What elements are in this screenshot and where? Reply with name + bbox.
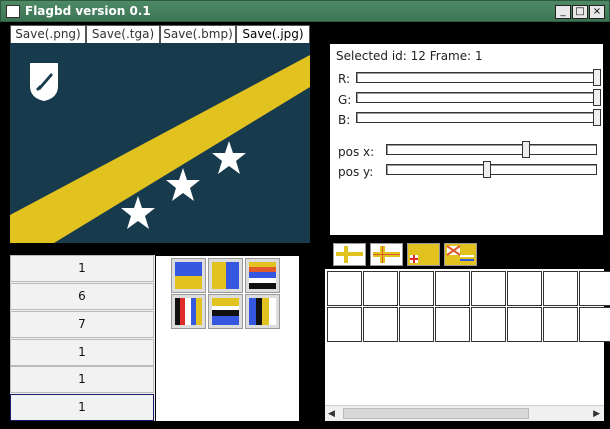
maximize-button[interactable]: □ [572, 5, 588, 19]
emblem-cell[interactable] [399, 271, 434, 306]
window-icon [6, 5, 20, 18]
r-slider[interactable] [356, 69, 601, 86]
save-tga-button[interactable]: Save(.tga) [86, 25, 160, 44]
emblem-cell[interactable] [471, 271, 506, 306]
list-item[interactable]: 1 [10, 366, 154, 393]
emblem-cell[interactable] [471, 307, 506, 342]
pattern-horizontal-stripes[interactable] [245, 258, 280, 293]
g-slider-thumb[interactable] [593, 89, 601, 106]
scrollbar-thumb[interactable] [343, 408, 529, 419]
horizontal-scrollbar[interactable]: ◀ ▶ [325, 405, 604, 421]
title-bar[interactable]: Flagbd version 0.1 _ □ × [0, 0, 610, 22]
emblem-cell[interactable] [435, 307, 470, 342]
pattern-vertical-bicolor[interactable] [208, 258, 243, 293]
overlay-union-button[interactable] [444, 243, 477, 266]
close-button[interactable]: × [589, 5, 605, 19]
emblem-cell[interactable] [579, 307, 610, 342]
list-item[interactable]: 1 [10, 339, 154, 366]
b-slider-thumb[interactable] [593, 109, 601, 126]
pattern-palette [156, 256, 299, 421]
emblem-cell[interactable] [363, 307, 398, 342]
scroll-left-icon[interactable]: ◀ [328, 409, 335, 419]
pattern-horizontal-triband[interactable] [208, 294, 243, 329]
emblem-cell[interactable] [507, 307, 542, 342]
window-title: Flagbd version 0.1 [25, 4, 151, 18]
emblem-cell[interactable] [435, 271, 470, 306]
list-item-selected[interactable]: 1 [10, 394, 154, 421]
app-window: Flagbd version 0.1 _ □ × Save(.png) Save… [0, 0, 610, 429]
emblem-cell[interactable] [507, 271, 542, 306]
emblem-cell[interactable] [579, 271, 610, 306]
frame-list: 1 6 7 1 1 1 [10, 255, 155, 421]
pattern-vertical-triband[interactable] [245, 294, 280, 329]
flag-canvas[interactable] [10, 43, 310, 243]
emblem-cell[interactable] [543, 307, 578, 342]
shield-sword-icon [30, 63, 58, 101]
scroll-right-icon[interactable]: ▶ [593, 409, 600, 419]
save-png-button[interactable]: Save(.png) [10, 25, 86, 44]
minimize-button[interactable]: _ [555, 5, 571, 19]
r-slider-thumb[interactable] [593, 69, 601, 86]
pattern-horizontal-bicolor[interactable] [171, 258, 206, 293]
selection-info: Selected id: 12 Frame: 1 [336, 49, 483, 63]
overlay-canton-button[interactable] [407, 243, 440, 266]
g-label: G: [338, 93, 352, 107]
pos-x-label: pos x: [338, 145, 375, 159]
overlay-nordic-cross-button[interactable] [370, 243, 403, 266]
pos-x-slider-thumb[interactable] [522, 141, 530, 158]
list-item[interactable]: 7 [10, 311, 154, 338]
b-label: B: [338, 113, 351, 127]
save-jpg-button[interactable]: Save(.jpg) [236, 25, 310, 44]
pattern-vertical-stripes[interactable] [171, 294, 206, 329]
pos-x-slider[interactable] [386, 141, 597, 158]
emblem-cell[interactable] [327, 271, 362, 306]
b-slider[interactable] [356, 109, 601, 126]
list-item[interactable]: 1 [10, 255, 154, 282]
properties-panel: Selected id: 12 Frame: 1 R: G: B: pos x:… [330, 44, 603, 235]
pos-y-slider[interactable] [386, 161, 597, 178]
emblem-cell[interactable] [399, 307, 434, 342]
g-slider[interactable] [356, 89, 601, 106]
save-bmp-button[interactable]: Save(.bmp) [160, 25, 236, 44]
emblem-cell[interactable] [543, 271, 578, 306]
emblem-cell[interactable] [327, 307, 362, 342]
pos-y-slider-thumb[interactable] [483, 161, 491, 178]
emblem-grid [325, 269, 610, 421]
pos-y-label: pos y: [338, 165, 374, 179]
r-label: R: [338, 72, 351, 86]
emblem-cell[interactable] [363, 271, 398, 306]
overlay-cross-button[interactable] [333, 243, 366, 266]
list-item[interactable]: 6 [10, 283, 154, 310]
